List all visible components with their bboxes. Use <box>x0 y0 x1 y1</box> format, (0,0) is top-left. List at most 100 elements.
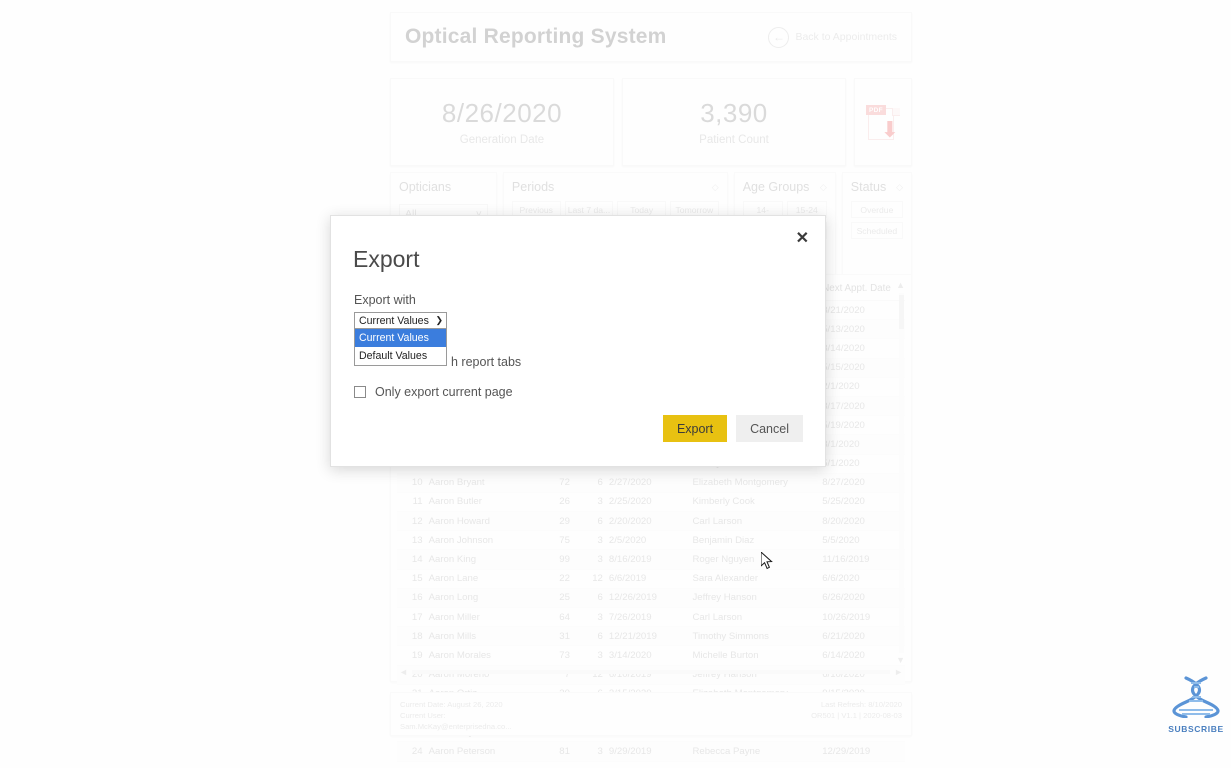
cell-age: 31 <box>535 626 573 647</box>
cell-months: 3 <box>572 549 606 570</box>
subscribe-watermark[interactable]: SUBSCRIBE <box>1166 676 1226 734</box>
table-row[interactable]: 13 Aaron Johnson 75 3 2/5/2020 Benjamin Diaz 5… <box>397 530 905 551</box>
cell-patient: Aaron Long <box>425 588 536 609</box>
occluded-option-text: h report tabs <box>451 355 522 369</box>
table-row[interactable]: 18 Aaron Mills 31 6 12/21/2019 Timothy Simmon… <box>397 626 905 647</box>
cancel-button[interactable]: Cancel <box>736 415 803 442</box>
back-to-appointments-button[interactable]: ← Back to Appointments <box>768 26 897 48</box>
cell-last-appt-date: 2/20/2020 <box>605 511 690 532</box>
cell-next-appt-date: 10/26/2019 <box>819 607 905 628</box>
cell-optician: Timothy Simmons <box>689 626 820 647</box>
cell-optician: Roger Nguyen <box>689 549 820 570</box>
cell-age: 64 <box>535 607 573 628</box>
table-row[interactable]: 14 Aaron King 99 3 8/16/2019 Roger Nguyen 11/1… <box>397 549 905 570</box>
table-row[interactable]: 16 Aaron Long 25 6 12/26/2019 Jeffrey Hanson 6… <box>397 588 905 609</box>
cell-months: 3 <box>572 607 606 628</box>
status-chip[interactable]: Overdue <box>850 201 903 218</box>
table-row[interactable]: 24 Aaron Peterson 81 3 9/29/2019 Rebecca Payn… <box>397 741 905 762</box>
close-icon[interactable]: ✕ <box>796 231 809 247</box>
chevron-down-icon: ❯ <box>435 315 443 325</box>
cell-age: 81 <box>535 741 573 762</box>
cell-index: 17 <box>397 607 426 628</box>
cell-months: 3 <box>572 530 606 551</box>
cell-optician: Sara Alexander <box>689 569 820 589</box>
option-current-values[interactable]: Current Values <box>355 329 446 347</box>
table-row[interactable]: 19 Aaron Morales 73 3 3/14/2020 Michelle Burt… <box>397 645 905 666</box>
table-row[interactable]: 12 Aaron Howard 29 6 2/20/2020 Carl Larson 8/2… <box>397 511 905 532</box>
cell-last-appt-date: 2/5/2020 <box>605 530 690 551</box>
cell-patient: Aaron Miller <box>425 607 536 628</box>
kpi-value: 8/26/2020 <box>441 98 563 128</box>
cell-optician: Carl Larson <box>689 607 820 628</box>
cell-months: 6 <box>572 626 606 647</box>
scroll-up-icon[interactable]: ▲ <box>896 280 905 290</box>
filter-title: Age Groups <box>742 180 810 194</box>
cell-index: 18 <box>397 626 426 647</box>
horizontal-scrollbar[interactable]: ◄ ► <box>399 667 903 677</box>
cell-age: 22 <box>535 569 573 589</box>
footer-current-user-email: Sam.McKay@enterprisedna.co... <box>400 722 512 731</box>
export-button[interactable]: Export <box>662 415 728 442</box>
filter-title: Periods <box>511 180 555 194</box>
scroll-left-icon[interactable]: ◄ <box>399 667 408 677</box>
cell-index: 24 <box>397 741 426 762</box>
footer-last-refresh: Last Refresh: 8/10/2020 <box>820 700 902 709</box>
cell-optician: Kimberly Cook <box>689 492 820 513</box>
table-row[interactable]: 11 Aaron Butler 26 3 2/25/2020 Kimberly Cook 5… <box>397 492 905 513</box>
cell-next-appt-date: 8/17/2020 <box>819 396 905 417</box>
table-row[interactable]: 17 Aaron Miller 64 3 7/26/2019 Carl Larson 10/… <box>397 607 905 628</box>
subscribe-label: SUBSCRIBE <box>1168 724 1224 734</box>
filter-status[interactable]: Status ◇ Overdue Scheduled <box>841 172 912 282</box>
eraser-icon[interactable]: ◇ <box>896 182 903 193</box>
export-pdf-button[interactable]: PDF ⬇ <box>854 78 912 166</box>
only-export-current-page-checkbox[interactable] <box>354 386 366 398</box>
eraser-icon[interactable]: ◇ <box>712 182 719 193</box>
cell-last-appt-date: 6/6/2019 <box>605 569 690 589</box>
cell-next-appt-date: 6/21/2020 <box>819 626 905 647</box>
only-export-current-page-row[interactable]: Only export current page <box>354 385 513 399</box>
export-with-select-wrap: Current Values ❯ Current Values Default … <box>354 312 447 366</box>
export-with-label: Export with <box>354 293 416 307</box>
scroll-down-icon[interactable]: ▼ <box>896 655 905 665</box>
cell-optician: Michelle Burton <box>689 645 820 666</box>
cell-next-appt-date: 8/20/2020 <box>819 511 905 532</box>
kpi-value: 3,390 <box>700 98 768 128</box>
cell-patient: Aaron Butler <box>425 492 536 513</box>
cell-next-appt-date: 11/16/2019 <box>819 549 905 570</box>
table-row[interactable]: 15 Aaron Lane 22 12 6/6/2019 Sara Alexander 6/… <box>397 569 905 589</box>
app-header: Optical Reporting System ← Back to Appoi… <box>390 12 912 62</box>
export-with-select[interactable]: Current Values ❯ <box>354 312 447 329</box>
cell-index: 13 <box>397 530 426 551</box>
cell-index: 12 <box>397 511 426 532</box>
screen: Optical Reporting System ← Back to Appoi… <box>0 0 1231 768</box>
option-default-values[interactable]: Default Values <box>355 347 446 365</box>
cell-patient: Aaron Morales <box>425 645 536 666</box>
cell-patient: Aaron King <box>425 549 536 570</box>
table-row[interactable]: 10 Aaron Bryant 72 6 2/27/2020 Elizabeth Mont… <box>397 473 905 493</box>
vertical-scrollbar-thumb[interactable] <box>899 295 904 329</box>
status-chip[interactable]: Scheduled <box>850 222 903 239</box>
col-next-appt-date[interactable]: Next Appt. Date <box>819 280 905 301</box>
cell-optician: Elizabeth Montgomery <box>689 473 820 493</box>
cell-next-appt-date: 5/5/2020 <box>819 530 905 551</box>
cell-index: 10 <box>397 473 426 493</box>
arrow-left-circle-icon: ← <box>768 26 790 48</box>
cell-index: 11 <box>397 492 426 513</box>
cell-months: 3 <box>572 645 606 666</box>
filter-title: Opticians <box>399 180 452 194</box>
download-arrow-icon: ⬇ <box>880 117 899 142</box>
cell-next-appt-date: 8/14/2020 <box>819 338 905 359</box>
eraser-icon[interactable]: ◇ <box>820 182 827 193</box>
scroll-right-icon[interactable]: ► <box>894 667 903 677</box>
page-title: Optical Reporting System <box>405 25 667 48</box>
horizontal-scrollbar-track[interactable] <box>411 670 891 674</box>
vertical-scrollbar-track[interactable] <box>899 293 904 653</box>
cell-next-appt-date: 5/25/2020 <box>819 492 905 513</box>
cell-next-appt-date: 8/21/2020 <box>819 300 905 321</box>
cell-index: 14 <box>397 549 426 570</box>
cell-patient: Aaron Lane <box>425 569 536 589</box>
dialog-actions: Export Cancel <box>662 415 803 442</box>
footer-version: OR501 | V1.1 | 2020-08-03 <box>811 711 902 720</box>
cell-patient: Aaron Johnson <box>425 530 536 551</box>
cell-next-appt-date: 5/13/2020 <box>819 319 905 340</box>
